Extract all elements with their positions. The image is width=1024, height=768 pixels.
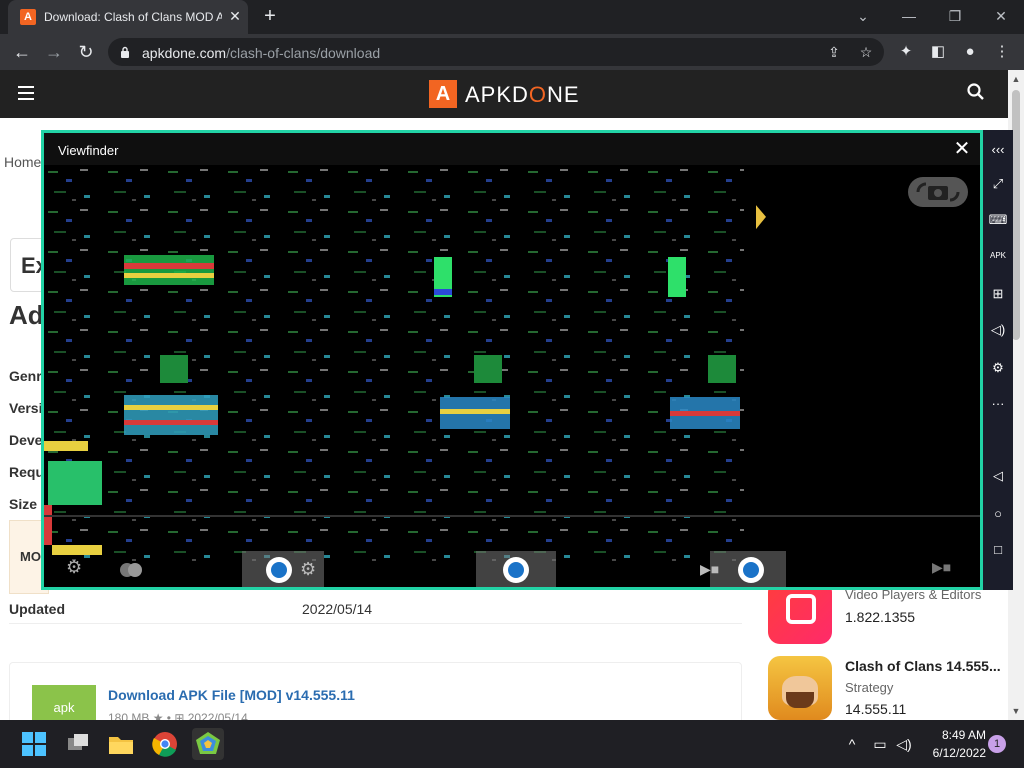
- bookmark-star-icon[interactable]: ☆: [856, 42, 876, 62]
- viewfinder-close-icon[interactable]: ✕: [952, 139, 972, 159]
- video-mode-icon[interactable]: ▶■: [932, 559, 951, 576]
- profile-icon[interactable]: ●: [960, 42, 980, 62]
- chevrons-left-icon[interactable]: ‹‹‹: [986, 138, 1010, 162]
- add-window-icon[interactable]: ⊞: [986, 282, 1010, 306]
- more-icon[interactable]: ···: [986, 392, 1010, 416]
- settings-gear-icon[interactable]: ⚙: [300, 559, 316, 580]
- info-label: Versi: [9, 400, 43, 416]
- sidebar-app-item[interactable]: Video Players & Editors 1.822.1355: [768, 580, 1008, 650]
- info-label: Requ: [9, 464, 44, 480]
- chrome-icon[interactable]: [149, 728, 181, 760]
- reload-icon[interactable]: ↻: [74, 40, 98, 64]
- sidebar-app-version: 14.555.11: [845, 701, 907, 717]
- camera-controls: ⚙ ⚙ ▶■ ▶■: [44, 547, 980, 587]
- apk-icon[interactable]: APK: [986, 244, 1010, 268]
- extensions-icon[interactable]: ✦: [896, 42, 916, 62]
- sidebar-app-version: 1.822.1355: [845, 609, 916, 625]
- network-icon[interactable]: ▭: [870, 734, 890, 754]
- browser-tab[interactable]: A Download: Clash of Clans MOD APK ✕: [8, 0, 248, 34]
- divider: [9, 623, 742, 624]
- minimize-icon[interactable]: —: [894, 3, 924, 29]
- download-meta: 180 MB ★ • ⊞ 2022/05/14: [108, 711, 248, 720]
- file-explorer-icon[interactable]: [105, 728, 137, 760]
- emulator-app-icon[interactable]: [192, 728, 224, 760]
- viewfinder-titlebar[interactable]: Viewfinder ✕: [44, 133, 980, 165]
- scrollbar-thumb[interactable]: [1012, 90, 1020, 340]
- tray-chevron-up-icon[interactable]: ^: [842, 734, 862, 754]
- window-close-icon[interactable]: ✕: [986, 3, 1016, 29]
- browser-toolbar: ← → ↻ apkdone.com/clash-of-clans/downloa…: [0, 34, 1024, 70]
- site-header: A APKDONE: [0, 70, 1008, 118]
- shutter-group-left: ⚙: [242, 551, 324, 587]
- apk-file-icon: apk: [32, 685, 96, 720]
- forward-arrow-icon[interactable]: →: [42, 40, 66, 64]
- restore-icon[interactable]: ❐: [940, 3, 970, 29]
- capture-shutter-button[interactable]: [503, 557, 529, 583]
- lock-icon: [121, 46, 129, 58]
- home-icon[interactable]: ○: [986, 502, 1010, 526]
- mouse-cursor-icon: [756, 205, 766, 233]
- info-label: Genr: [9, 368, 42, 384]
- tab-close-icon[interactable]: ✕: [226, 7, 244, 25]
- viewfinder-window: Viewfinder ✕ ⚙ ⚙ ▶■ ▶■: [41, 130, 983, 590]
- updated-value: 2022/05/14: [302, 601, 373, 617]
- download-apk-link[interactable]: Download APK File [MOD] v14.555.11: [108, 687, 355, 703]
- side-panel-icon[interactable]: ◧: [928, 42, 948, 62]
- section-title: Ad: [9, 300, 44, 330]
- taskbar: ^ ▭ ◁) 8:49 AM 6/12/2022 1: [0, 720, 1024, 768]
- tab-title: Download: Clash of Clans MOD APK: [44, 10, 222, 24]
- search-icon[interactable]: [966, 82, 986, 102]
- url-text: apkdone.com/clash-of-clans/download: [142, 45, 381, 61]
- clash-of-clans-app-icon: [768, 656, 832, 720]
- fullscreen-icon[interactable]: ⤢: [986, 172, 1010, 196]
- new-tab-icon[interactable]: +: [258, 4, 282, 28]
- breadcrumb[interactable]: Home: [4, 154, 41, 170]
- keyboard-icon[interactable]: ⌨: [986, 208, 1010, 232]
- task-view-icon[interactable]: [62, 728, 94, 760]
- volume-icon[interactable]: ◁): [986, 318, 1010, 342]
- gear-icon[interactable]: ⚙: [986, 356, 1010, 380]
- download-card[interactable]: apk Download APK File [MOD] v14.555.11 1…: [9, 662, 742, 720]
- scroll-up-icon[interactable]: ▲: [1011, 74, 1021, 84]
- clock-time[interactable]: 8:49 AM: [926, 728, 986, 742]
- address-bar[interactable]: apkdone.com/clash-of-clans/download ⇪ ☆: [108, 38, 884, 66]
- shutter-group-center: [476, 551, 556, 587]
- info-label: Deve: [9, 432, 43, 448]
- hamburger-menu-icon[interactable]: [18, 86, 34, 100]
- video-camera-icon[interactable]: ▶■: [700, 561, 719, 578]
- recents-icon[interactable]: □: [986, 538, 1010, 562]
- apkdone-logo-icon[interactable]: A: [429, 80, 457, 108]
- info-label: Size: [9, 496, 38, 512]
- back-arrow-icon[interactable]: ←: [10, 40, 34, 64]
- sidebar-app-name: Clash of Clans 14.555...: [845, 658, 1001, 674]
- site-logo-text[interactable]: APKDONE: [465, 82, 580, 108]
- apkdone-favicon-icon: A: [20, 9, 36, 25]
- tab-search-icon[interactable]: ⌄: [848, 3, 878, 29]
- switch-camera-icon[interactable]: [908, 177, 968, 207]
- camera-feed: ⚙ ⚙ ▶■ ▶■: [44, 165, 980, 587]
- video-shutter-button[interactable]: [738, 557, 764, 583]
- shutter-group-right: ▶■: [700, 551, 786, 587]
- scroll-down-icon[interactable]: ▼: [1011, 706, 1021, 716]
- filters-icon[interactable]: [120, 559, 144, 577]
- glitch-noise-image: [44, 165, 980, 565]
- tab-strip: A Download: Clash of Clans MOD APK ✕ + ⌄…: [0, 0, 1024, 34]
- menu-dots-icon[interactable]: ⋮: [992, 42, 1012, 62]
- emulator-toolbar: ‹‹‹ ⤢ ⌨ APK ⊞ ◁) ⚙ ··· ◁ ○ □: [983, 130, 1013, 590]
- speaker-icon[interactable]: ◁): [894, 734, 914, 754]
- share-icon[interactable]: ⇪: [824, 42, 844, 62]
- updated-label: Updated: [9, 601, 65, 617]
- shutter-button[interactable]: [266, 557, 292, 583]
- viewfinder-title: Viewfinder: [58, 143, 119, 158]
- sidebar-app-category: Strategy: [845, 680, 894, 695]
- sidebar-app-item[interactable]: Clash of Clans 14.555... Strategy 14.555…: [768, 656, 1008, 720]
- notification-badge[interactable]: 1: [988, 735, 1006, 753]
- windows-start-icon[interactable]: [18, 728, 50, 760]
- settings-gear-icon[interactable]: ⚙: [66, 557, 86, 577]
- clock-date[interactable]: 6/12/2022: [914, 746, 986, 760]
- back-icon[interactable]: ◁: [986, 464, 1010, 488]
